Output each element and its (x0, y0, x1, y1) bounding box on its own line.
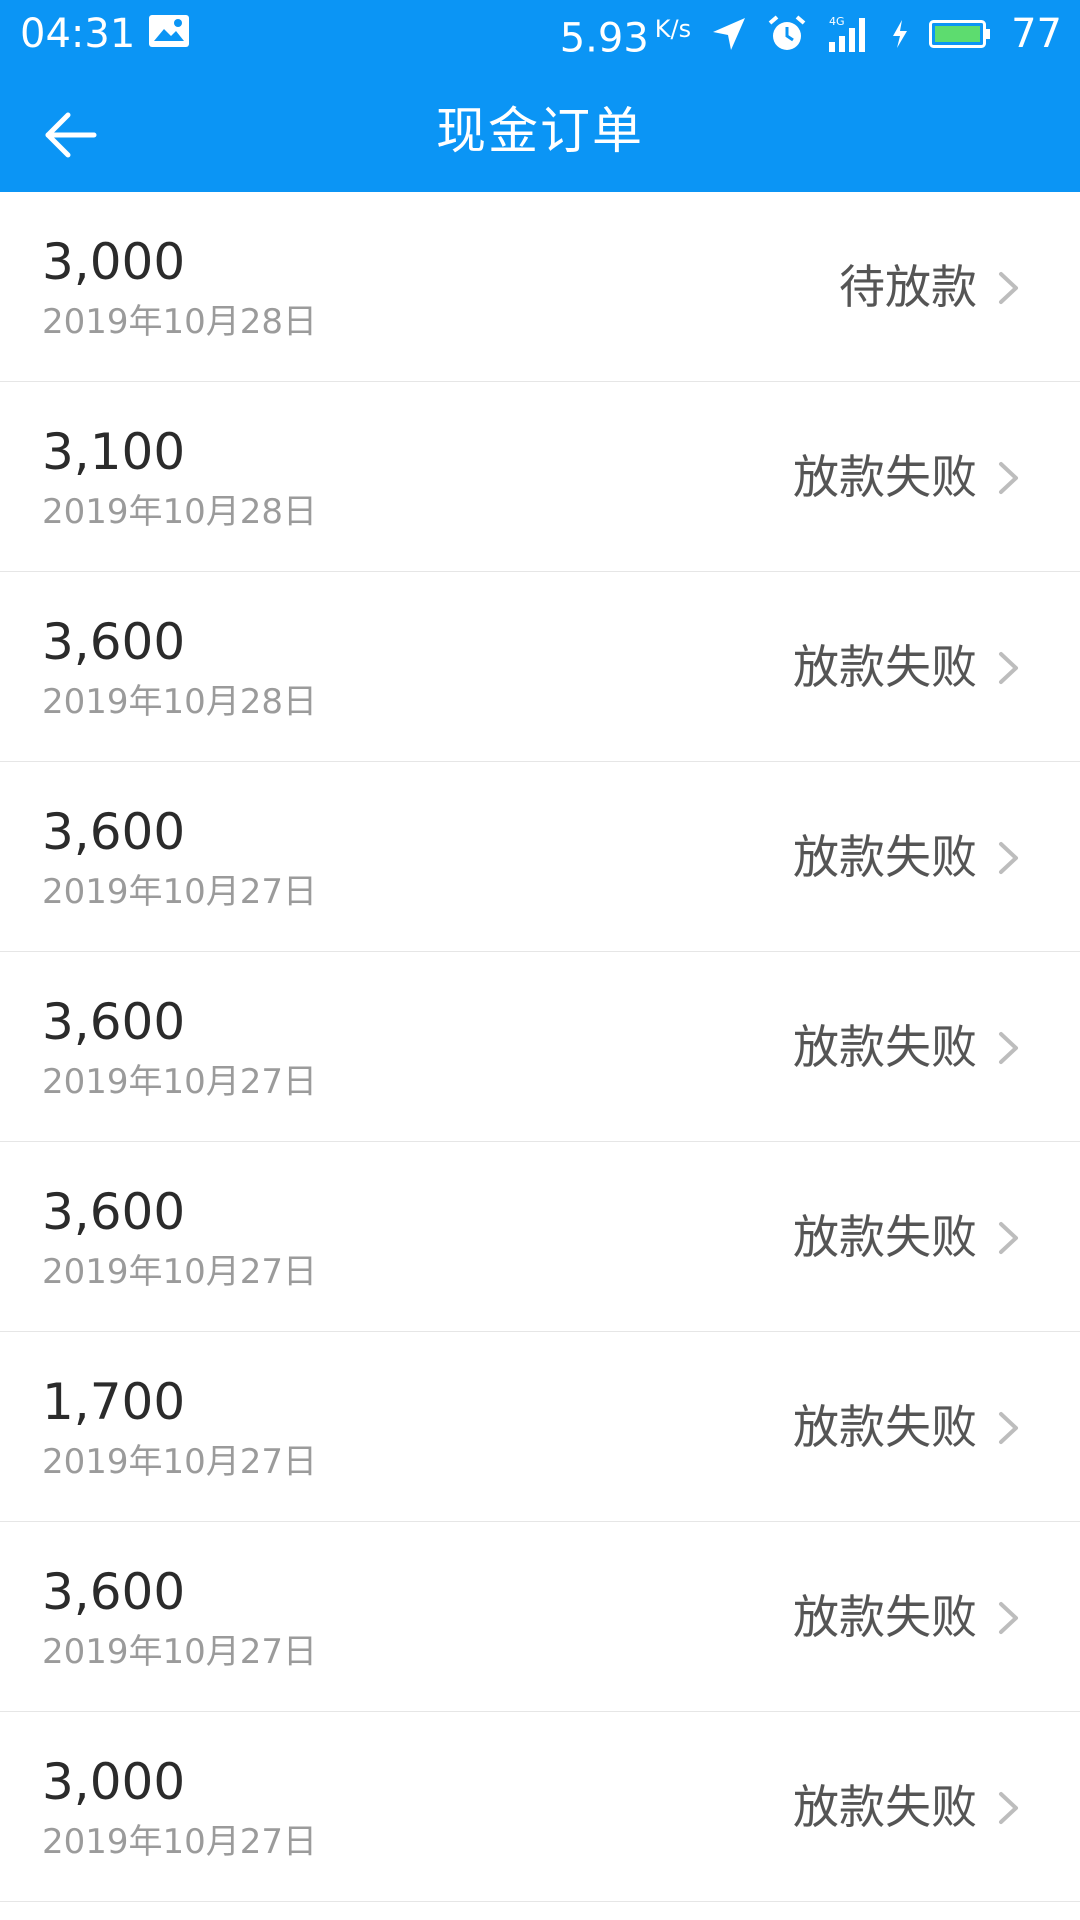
order-amount: 3,600 (42, 613, 186, 671)
order-status: 放款失败 (793, 450, 977, 504)
order-row[interactable]: 3,000 2019年10月28日 待放款 (0, 192, 1080, 382)
signal-icon: 4G (829, 15, 866, 52)
chevron-right-icon (999, 1602, 1018, 1634)
chevron-right-icon (999, 1032, 1018, 1064)
order-row[interactable]: 3,000 2019年10月27日 放款失败 (0, 1712, 1080, 1902)
net-speed: 5.93 K/s (559, 15, 692, 62)
order-date: 2019年10月28日 (42, 682, 318, 722)
order-amount: 3,000 (42, 233, 186, 291)
battery-percent: 77 (1011, 11, 1062, 57)
order-list: 3,000 2019年10月28日 待放款 3,100 2019年10月28日 放款失败 3… (0, 192, 1080, 1902)
chevron-right-icon (999, 652, 1018, 684)
order-amount: 3,600 (42, 1183, 186, 1241)
order-status: 放款失败 (793, 640, 977, 694)
image-notification-icon (149, 15, 189, 47)
order-date: 2019年10月27日 (42, 1062, 318, 1102)
order-row[interactable]: 3,600 2019年10月27日 放款失败 (0, 1522, 1080, 1712)
chevron-right-icon (999, 1222, 1018, 1254)
order-amount: 3,000 (42, 1753, 186, 1811)
order-row[interactable]: 3,600 2019年10月28日 放款失败 (0, 572, 1080, 762)
order-status: 放款失败 (793, 830, 977, 884)
order-amount: 1,700 (42, 1373, 186, 1431)
network-type-label: 4G (829, 15, 845, 28)
order-row[interactable]: 3,100 2019年10月28日 放款失败 (0, 382, 1080, 572)
order-date: 2019年10月27日 (42, 1442, 318, 1482)
order-date: 2019年10月27日 (42, 1822, 318, 1862)
chevron-right-icon (999, 1412, 1018, 1444)
order-date: 2019年10月27日 (42, 1632, 318, 1672)
order-amount: 3,600 (42, 993, 186, 1051)
status-right-group: 5.93 K/s 4G 77 (560, 8, 1062, 62)
chevron-right-icon (999, 842, 1018, 874)
order-row[interactable]: 3,600 2019年10月27日 放款失败 (0, 952, 1080, 1142)
charging-icon (893, 20, 908, 48)
chevron-right-icon (999, 1792, 1018, 1824)
order-status: 放款失败 (793, 1780, 977, 1834)
alarm-icon (768, 15, 806, 50)
status-time: 04:31 (20, 11, 136, 57)
order-status: 待放款 (839, 260, 977, 314)
order-row[interactable]: 3,600 2019年10月27日 放款失败 (0, 1142, 1080, 1332)
location-arrow-icon (713, 18, 746, 50)
order-amount: 3,600 (42, 1563, 186, 1621)
order-row[interactable]: 1,700 2019年10月27日 放款失败 (0, 1332, 1080, 1522)
status-bar: 04:31 5.93 K/s 4G 77 (0, 0, 1080, 70)
chevron-right-icon (999, 272, 1018, 304)
battery-icon (929, 20, 991, 48)
order-status: 放款失败 (793, 1400, 977, 1454)
order-date: 2019年10月27日 (42, 872, 318, 912)
order-amount: 3,600 (42, 803, 186, 861)
app-header: 04:31 5.93 K/s 4G 77 现金订单 (0, 0, 1080, 192)
order-status: 放款失败 (793, 1020, 977, 1074)
order-date: 2019年10月28日 (42, 492, 318, 532)
order-date: 2019年10月28日 (42, 302, 318, 342)
chevron-right-icon (999, 462, 1018, 494)
order-date: 2019年10月27日 (42, 1252, 318, 1292)
order-status: 放款失败 (793, 1210, 977, 1264)
order-status: 放款失败 (793, 1590, 977, 1644)
order-amount: 3,100 (42, 423, 186, 481)
toolbar: 现金订单 (0, 70, 1080, 192)
page-title: 现金订单 (436, 102, 644, 160)
order-row[interactable]: 3,600 2019年10月27日 放款失败 (0, 762, 1080, 952)
